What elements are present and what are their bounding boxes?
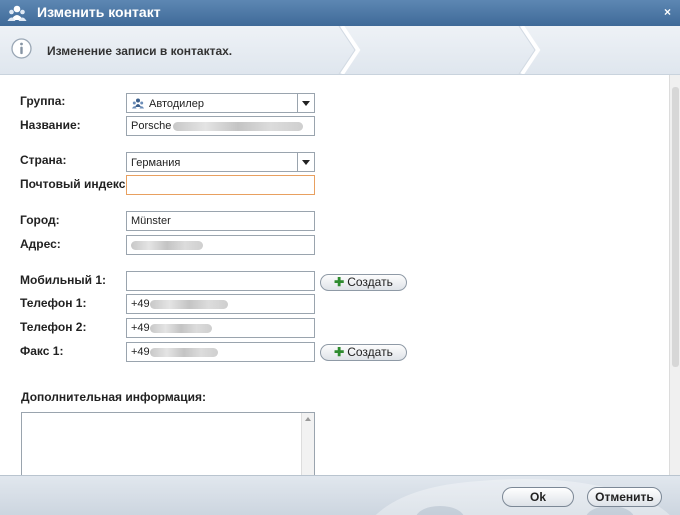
dialog-footer: Ok Отменить	[0, 475, 680, 515]
group-label: Группа:	[20, 94, 66, 108]
fax1-value: +49	[131, 346, 150, 358]
breadcrumb-chevron	[518, 26, 541, 74]
create-label: Создать	[347, 345, 393, 359]
city-label: Город:	[20, 213, 60, 227]
phone1-field[interactable]: +49	[126, 294, 315, 314]
redacted-text	[149, 347, 218, 357]
mobile1-label: Мобильный 1:	[20, 273, 106, 287]
close-icon[interactable]: ×	[664, 5, 671, 19]
phone2-label: Телефон 2:	[20, 320, 87, 334]
redacted-text	[173, 121, 304, 131]
name-label: Название:	[20, 118, 81, 132]
contacts-icon	[7, 5, 27, 21]
address-label: Адрес:	[20, 237, 61, 251]
phone1-value: +49	[131, 298, 150, 310]
mobile1-field[interactable]	[126, 271, 315, 291]
dialog-title: Изменить контакт	[37, 4, 161, 20]
chevron-down-icon[interactable]	[297, 153, 314, 171]
textarea-scrollbar[interactable]	[301, 413, 314, 479]
create-fax-button[interactable]: ✚ Создать	[320, 344, 407, 361]
title-bar[interactable]: Изменить контакт ×	[0, 0, 680, 26]
form-scrollbar[interactable]	[669, 75, 680, 475]
extra-info-label: Дополнительная информация:	[21, 390, 206, 404]
redacted-text	[131, 240, 203, 250]
info-text: Изменение записи в контактах.	[47, 44, 233, 58]
create-label: Создать	[347, 275, 393, 289]
redacted-text	[149, 299, 228, 309]
cancel-button[interactable]: Отменить	[587, 487, 662, 507]
group-value: Автодилер	[149, 98, 204, 110]
ok-button[interactable]: Ok	[502, 487, 574, 507]
address-field[interactable]	[126, 235, 315, 255]
info-banner: Изменение записи в контактах.	[0, 26, 680, 75]
extra-info-textarea[interactable]	[21, 412, 315, 480]
fax1-field[interactable]: +49	[126, 342, 315, 362]
country-value: Германия	[131, 157, 181, 169]
fax1-label: Факс 1:	[20, 344, 64, 358]
contact-form: Группа: Автодилер Название: Porsche Стра…	[0, 75, 669, 480]
postal-label: Почтовый индекс:	[20, 177, 130, 191]
scrollbar-thumb[interactable]	[672, 87, 679, 367]
group-icon	[132, 98, 144, 109]
redacted-text	[149, 323, 212, 333]
phone2-value: +49	[131, 322, 150, 334]
postal-code-field[interactable]	[126, 175, 315, 195]
phone2-field[interactable]: +49	[126, 318, 315, 338]
plus-icon: ✚	[334, 275, 345, 289]
group-select[interactable]: Автодилер	[126, 93, 315, 113]
info-icon	[11, 38, 32, 59]
phone1-label: Телефон 1:	[20, 296, 87, 310]
breadcrumb-chevron	[338, 26, 361, 74]
country-label: Страна:	[20, 153, 67, 167]
name-field[interactable]: Porsche	[126, 116, 315, 136]
plus-icon: ✚	[334, 345, 345, 359]
create-mobile-button[interactable]: ✚ Создать	[320, 274, 407, 291]
country-select[interactable]: Германия	[126, 152, 315, 172]
name-value: Porsche	[131, 120, 172, 132]
city-field[interactable]: Münster	[126, 211, 315, 231]
edit-contact-dialog: Изменить контакт × Изменение записи в ко…	[0, 0, 680, 515]
chevron-down-icon[interactable]	[297, 94, 314, 112]
